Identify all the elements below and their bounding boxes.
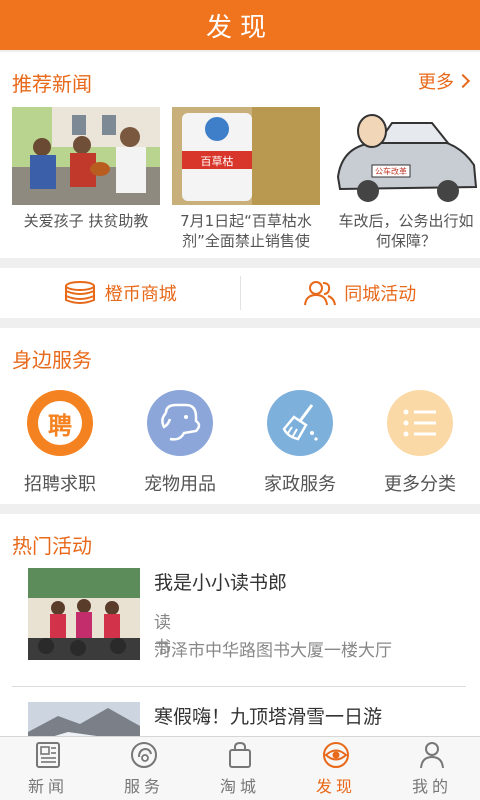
tab-label: 发现 xyxy=(315,776,356,796)
list-icon xyxy=(387,390,453,456)
eye-icon xyxy=(323,741,349,768)
orange-coin-mall-label: 橙币商城 xyxy=(104,284,177,305)
service-label: 更多分类 xyxy=(384,474,456,495)
tab-discover[interactable]: 发现 xyxy=(288,737,384,800)
news-image-text: 公车改革 xyxy=(375,166,407,176)
shopping-bag-icon xyxy=(229,741,251,768)
event-location: 菏泽市中华路图书大厦一楼大厅 xyxy=(154,641,392,661)
bottom-tab-bar: 新闻 服务 淘城 发现 我的 xyxy=(0,736,480,800)
tab-label: 新闻 xyxy=(27,776,68,796)
news-caption: 7月1日起“百草枯水剂”全面禁止销售使 xyxy=(180,212,312,250)
news-caption: 车改后，公务出行如何保障？ xyxy=(338,212,474,250)
newspaper-icon xyxy=(36,741,60,768)
news-image xyxy=(12,107,160,205)
service-label: 宠物用品 xyxy=(144,474,216,495)
news-more-label: 更多 xyxy=(418,72,454,93)
news-section: 推荐新闻 更多 关爱孩子 扶贫助教 百草枯 7月1日起“百草枯水剂”全面禁止销售… xyxy=(0,52,480,258)
event-image xyxy=(28,568,140,660)
title-bar: 发现 xyxy=(0,0,480,50)
event-image xyxy=(28,702,140,736)
service-more-categories[interactable]: 更多分类 xyxy=(360,390,480,496)
service-housekeeping[interactable]: 家政服务 xyxy=(240,390,360,496)
news-card[interactable]: 百草枯 7月1日起“百草枯水剂”全面禁止销售使 xyxy=(172,107,320,251)
news-section-title: 推荐新闻 xyxy=(12,72,92,96)
tab-label: 我的 xyxy=(411,776,452,796)
news-image: 公车改革 xyxy=(332,107,480,205)
user-icon xyxy=(420,741,444,768)
people-icon xyxy=(304,281,337,306)
service-label: 家政服务 xyxy=(264,474,336,495)
local-events-label: 同城活动 xyxy=(344,284,417,305)
chevron-right-icon xyxy=(455,73,471,89)
quick-links-bar: 橙币商城 同城活动 xyxy=(0,268,480,318)
orange-coin-mall-link[interactable]: 橙币商城 xyxy=(0,268,240,318)
tab-shop[interactable]: 淘城 xyxy=(192,737,288,800)
service-icon xyxy=(131,741,157,768)
service-label: 招聘求职 xyxy=(24,474,96,495)
recruit-icon-text: 聘 xyxy=(38,401,82,445)
news-image: 百草枯 xyxy=(172,107,320,205)
services-section-title: 身边服务 xyxy=(12,348,92,372)
app-screen: 发现 推荐新闻 更多 关爱孩子 扶贫助教 百草枯 7月1日起“百草枯水剂”全面禁… xyxy=(0,0,480,800)
news-more-link[interactable]: 更多 xyxy=(418,68,471,94)
events-section-title: 热门活动 xyxy=(12,534,92,558)
recruit-icon: 聘 xyxy=(27,390,93,456)
news-image-text: 百草枯 xyxy=(201,154,234,168)
tab-news[interactable]: 新闻 xyxy=(0,737,96,800)
hot-events-section: 热门活动 我是小小读书郎 读书 菏泽市中华路图书大厦一楼大厅 寒假嗨！九顶塔滑雪… xyxy=(0,514,480,736)
dog-icon xyxy=(147,390,213,456)
coins-icon xyxy=(64,281,95,304)
tab-mine[interactable]: 我的 xyxy=(384,737,480,800)
news-caption: 关爱孩子 扶贫助教 xyxy=(23,212,149,230)
event-title: 我是小小读书郎 xyxy=(154,572,288,594)
tab-label: 淘城 xyxy=(219,776,260,796)
news-card[interactable]: 关爱孩子 扶贫助教 xyxy=(12,107,160,231)
tab-service[interactable]: 服务 xyxy=(96,737,192,800)
page-title: 发现 xyxy=(205,12,274,43)
broom-icon xyxy=(267,390,333,456)
nearby-services-section: 身边服务 聘 招聘求职 宠物用品 家政服务 更多分类 xyxy=(0,328,480,504)
tab-label: 服务 xyxy=(123,776,164,796)
divider xyxy=(12,686,466,687)
news-card[interactable]: 公车改革 车改后，公务出行如何保障？ xyxy=(332,107,480,251)
event-title: 寒假嗨！九顶塔滑雪一日游 xyxy=(154,706,383,728)
service-pet-supplies[interactable]: 宠物用品 xyxy=(120,390,240,496)
local-events-link[interactable]: 同城活动 xyxy=(241,268,480,318)
service-recruitment[interactable]: 聘 招聘求职 xyxy=(0,390,120,496)
